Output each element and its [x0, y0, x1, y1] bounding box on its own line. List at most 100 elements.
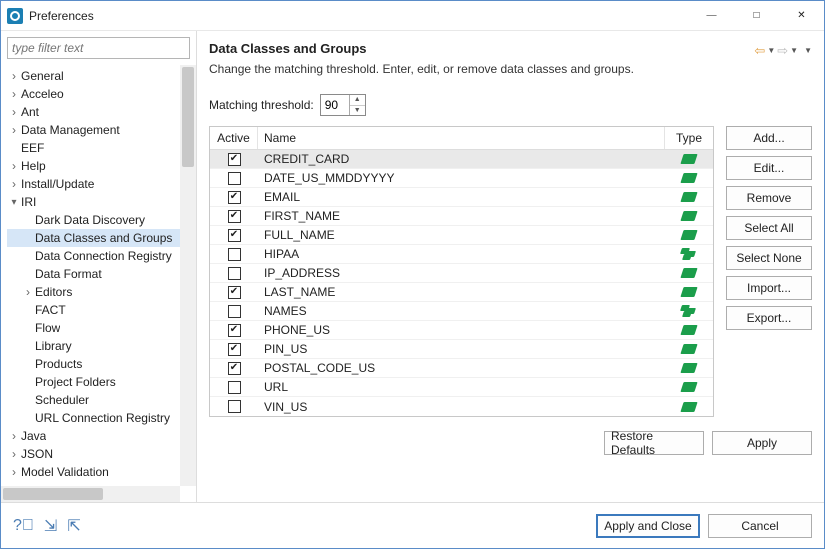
edit-button[interactable]: Edit... [726, 156, 812, 180]
active-checkbox[interactable] [228, 362, 241, 375]
cancel-button[interactable]: Cancel [708, 514, 812, 538]
add-button[interactable]: Add... [726, 126, 812, 150]
table-row[interactable]: PIN_US [210, 340, 713, 359]
table-row[interactable]: NAMES [210, 302, 713, 321]
type-cell [665, 248, 713, 260]
back-dropdown-icon[interactable]: ▼ [767, 46, 775, 55]
tree-item[interactable]: Scheduler [7, 391, 180, 409]
forward-arrow-icon[interactable]: ⇨ [777, 43, 788, 59]
table-row[interactable]: EMAIL [210, 188, 713, 207]
tree-horizontal-scrollbar[interactable] [1, 486, 180, 502]
filter-input[interactable] [7, 37, 190, 59]
restore-defaults-button[interactable]: Restore Defaults [604, 431, 704, 455]
table-row[interactable]: FULL_NAME [210, 226, 713, 245]
chevron-right-icon[interactable] [7, 177, 21, 191]
tree-item[interactable]: Data Format [7, 265, 180, 283]
col-name[interactable]: Name [258, 127, 665, 149]
tree-item[interactable]: Library [7, 337, 180, 355]
back-arrow-icon[interactable]: ⇦ [754, 43, 765, 59]
col-active[interactable]: Active [210, 127, 258, 149]
tree-vertical-scrollbar[interactable] [180, 65, 196, 486]
apply-button[interactable]: Apply [712, 431, 812, 455]
help-icon[interactable]: ?⃝ [13, 517, 34, 535]
tree-item[interactable]: Ant [7, 103, 180, 121]
active-checkbox[interactable] [228, 286, 241, 299]
data-class-group-icon [681, 305, 697, 317]
active-cell [210, 324, 258, 337]
threshold-input[interactable] [321, 95, 349, 115]
select-none-button[interactable]: Select None [726, 246, 812, 270]
tree-item[interactable]: Editors [7, 283, 180, 301]
type-cell [665, 154, 713, 164]
active-checkbox[interactable] [228, 267, 241, 280]
table-row[interactable]: HIPAA [210, 245, 713, 264]
table-row[interactable]: IP_ADDRESS [210, 264, 713, 283]
chevron-right-icon[interactable] [7, 87, 21, 101]
table-row[interactable]: DATE_US_MMDDYYYY [210, 169, 713, 188]
tree-item[interactable]: IRI [7, 193, 180, 211]
apply-and-close-button[interactable]: Apply and Close [596, 514, 700, 538]
export-prefs-icon[interactable]: ⇱ [67, 516, 80, 536]
active-checkbox[interactable] [228, 191, 241, 204]
tree-item[interactable]: JSON [7, 445, 180, 463]
chevron-right-icon[interactable] [7, 159, 21, 173]
active-checkbox[interactable] [228, 172, 241, 185]
active-checkbox[interactable] [228, 381, 241, 394]
tree-item[interactable]: Data Management [7, 121, 180, 139]
threshold-spinner[interactable]: ▲ ▼ [320, 94, 366, 116]
active-checkbox[interactable] [228, 343, 241, 356]
chevron-right-icon[interactable] [7, 123, 21, 137]
active-checkbox[interactable] [228, 210, 241, 223]
table-row[interactable]: CREDIT_CARD [210, 150, 713, 169]
tree-item[interactable]: Products [7, 355, 180, 373]
table-row[interactable]: LAST_NAME [210, 283, 713, 302]
chevron-right-icon[interactable] [7, 429, 21, 443]
active-checkbox[interactable] [228, 324, 241, 337]
table-row[interactable]: FIRST_NAME [210, 207, 713, 226]
active-checkbox[interactable] [228, 400, 241, 413]
chevron-right-icon[interactable] [7, 105, 21, 119]
spinner-up-icon[interactable]: ▲ [350, 95, 365, 106]
tree-item[interactable]: Project Folders [7, 373, 180, 391]
preferences-tree[interactable]: GeneralAcceleoAntData ManagementEEFHelpI… [1, 65, 180, 486]
chevron-right-icon[interactable] [7, 465, 21, 479]
close-button[interactable]: ✕ [779, 1, 824, 30]
tree-item[interactable]: Flow [7, 319, 180, 337]
minimize-button[interactable]: — [689, 1, 734, 30]
tree-item[interactable]: Acceleo [7, 85, 180, 103]
tree-item[interactable]: EEF [7, 139, 180, 157]
chevron-down-icon[interactable] [7, 197, 21, 208]
menu-dropdown-icon[interactable]: ▼ [804, 46, 812, 55]
spinner-down-icon[interactable]: ▼ [350, 106, 365, 116]
tree-item[interactable]: Model Validation [7, 463, 180, 481]
active-checkbox[interactable] [228, 305, 241, 318]
tree-item[interactable]: FACT [7, 301, 180, 319]
select-all-button[interactable]: Select All [726, 216, 812, 240]
tree-item[interactable]: Java [7, 427, 180, 445]
tree-item[interactable]: Data Classes and Groups [7, 229, 180, 247]
tree-item[interactable]: Help [7, 157, 180, 175]
tree-item[interactable]: Data Connection Registry [7, 247, 180, 265]
active-checkbox[interactable] [228, 153, 241, 166]
remove-button[interactable]: Remove [726, 186, 812, 210]
table-row[interactable]: VIN_US [210, 397, 713, 416]
table-row[interactable]: PHONE_US [210, 321, 713, 340]
import-button[interactable]: Import... [726, 276, 812, 300]
maximize-button[interactable]: □ [734, 1, 779, 30]
active-checkbox[interactable] [228, 229, 241, 242]
tree-item[interactable]: URL Connection Registry [7, 409, 180, 427]
chevron-right-icon[interactable] [7, 69, 21, 83]
col-type[interactable]: Type [665, 127, 713, 149]
tree-item[interactable]: Install/Update [7, 175, 180, 193]
import-prefs-icon[interactable]: ⇲ [44, 516, 57, 536]
chevron-right-icon[interactable] [7, 447, 21, 461]
forward-dropdown-icon[interactable]: ▼ [790, 46, 798, 55]
table-row[interactable]: URL [210, 378, 713, 397]
chevron-right-icon[interactable] [21, 285, 35, 299]
tree-item[interactable]: General [7, 67, 180, 85]
table-row[interactable]: POSTAL_CODE_US [210, 359, 713, 378]
active-checkbox[interactable] [228, 248, 241, 261]
table-body: CREDIT_CARDDATE_US_MMDDYYYYEMAILFIRST_NA… [210, 150, 713, 416]
export-button[interactable]: Export... [726, 306, 812, 330]
tree-item[interactable]: Dark Data Discovery [7, 211, 180, 229]
